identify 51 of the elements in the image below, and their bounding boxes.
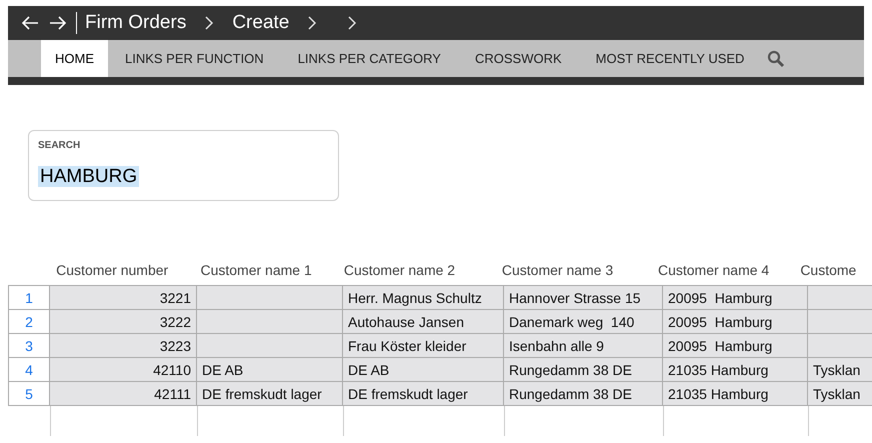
table-cell: 3222 <box>50 310 197 333</box>
table-cell: 21035 Hamburg <box>663 358 808 381</box>
table-cell: 3221 <box>50 286 197 309</box>
table-cell: 21035 Hamburg <box>663 382 808 405</box>
table-cell: 3223 <box>50 334 197 357</box>
row-number[interactable]: 2 <box>8 310 50 333</box>
table-cell: Hannover Strasse 15 <box>504 286 663 309</box>
table-cell: Herr. Magnus Schultz <box>343 286 504 309</box>
back-arrow-icon[interactable] <box>20 15 40 31</box>
table-cell: 20095 Hamburg <box>663 286 808 309</box>
nav-tab[interactable]: HOME <box>41 40 108 77</box>
chevron-icon <box>307 16 318 30</box>
forward-arrow-icon[interactable] <box>48 15 68 31</box>
table-cell: Autohause Jansen <box>343 310 504 333</box>
row-number[interactable]: 4 <box>8 358 50 381</box>
table-cell: Rungedamm 38 DE <box>504 358 663 381</box>
table-cell: 20095 Hamburg <box>663 310 808 333</box>
nav-tab[interactable]: MOST RECENTLY USED <box>578 40 762 77</box>
table-cell: Isenbahn alle 9 <box>504 334 663 357</box>
row-number[interactable]: 1 <box>8 286 50 309</box>
row-number[interactable]: 3 <box>8 334 50 357</box>
nav-tab[interactable]: LINKS PER CATEGORY <box>280 40 458 77</box>
breadcrumb-item[interactable]: Create <box>232 8 290 38</box>
table-cell: DE fremskudt lager <box>343 382 504 405</box>
search-icon[interactable] <box>767 50 786 68</box>
table-cell: 42110 <box>50 358 197 381</box>
breadcrumb-item[interactable]: Firm Orders <box>85 8 186 38</box>
nav-tab[interactable]: CROSSWORK <box>458 40 579 77</box>
table-cell: Tysklan <box>808 358 872 381</box>
table-cell: DE fremskudt lager <box>197 382 343 405</box>
search-field[interactable]: SEARCH HAMBURG <box>28 130 339 201</box>
table-cell: DE AB <box>197 358 343 381</box>
column-header[interactable]: Customer name 1 <box>200 262 312 278</box>
field-label: SEARCH <box>38 139 82 153</box>
column-header[interactable]: Customer name 4 <box>658 262 770 278</box>
table-cell: Danemark weg 140 <box>504 310 663 333</box>
column-header[interactable]: Custome <box>800 262 856 278</box>
field-value: HAMBURG <box>38 166 140 187</box>
nav-tab[interactable]: LINKS PER FUNCTION <box>108 40 281 77</box>
table-cell: Rungedamm 38 DE <box>504 382 663 405</box>
table-cell: Frau Köster kleider <box>343 334 504 357</box>
chevron-icon <box>204 16 214 30</box>
column-header[interactable]: Customer number <box>56 262 168 278</box>
chevron-icon <box>347 16 358 30</box>
row-number[interactable]: 5 <box>8 382 50 405</box>
column-header[interactable]: Customer name 2 <box>344 262 456 278</box>
table-cell: 42111 <box>50 382 197 405</box>
column-header[interactable]: Customer name 3 <box>502 262 614 278</box>
table-cell: Tysklan <box>808 382 872 405</box>
table-cell: 20095 Hamburg <box>663 334 808 357</box>
table-cell: DE AB <box>343 358 504 381</box>
